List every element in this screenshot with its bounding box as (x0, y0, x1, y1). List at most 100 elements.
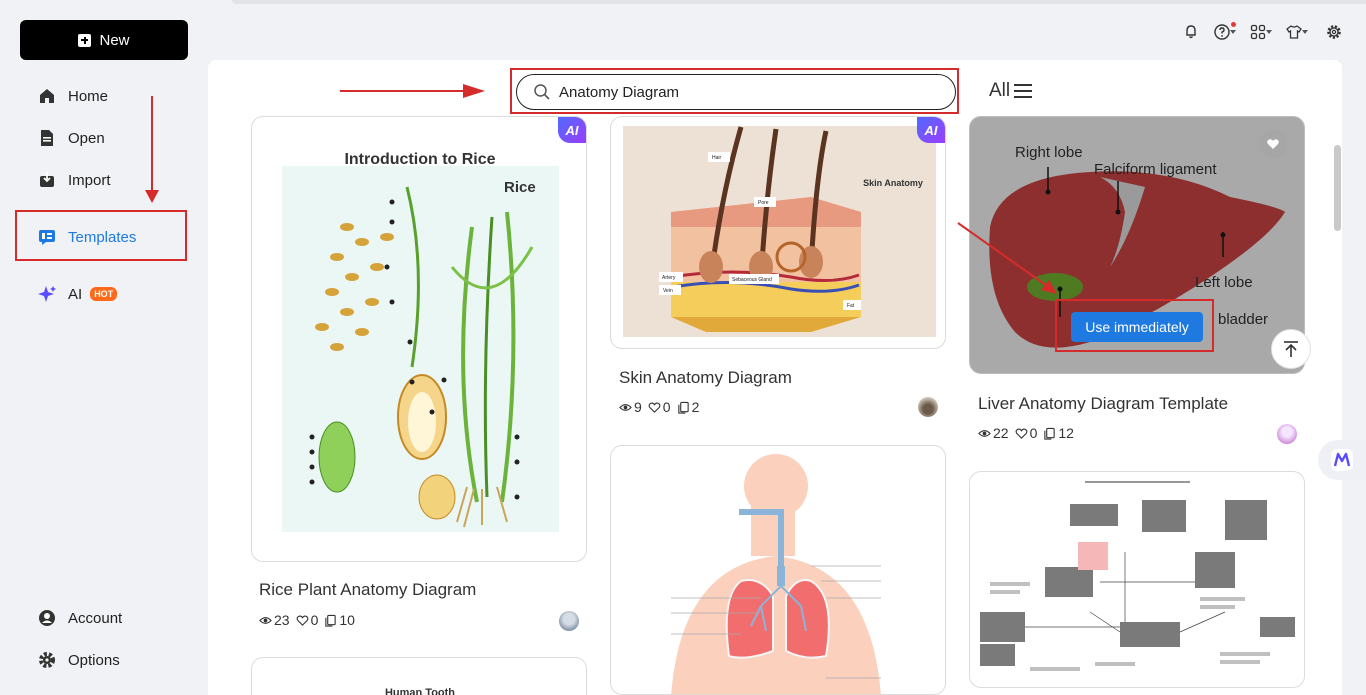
thumb-heading: Skin Anatomy (863, 178, 923, 188)
eye-icon (619, 403, 632, 411)
m-logo-icon (1331, 449, 1353, 471)
apps-grid-icon (1250, 24, 1266, 40)
filter-all-button[interactable]: All (989, 80, 1033, 102)
copy-icon (677, 401, 689, 414)
sidebar-item-account[interactable]: Account (38, 604, 122, 632)
search-bar[interactable] (516, 74, 956, 110)
avatar[interactable] (559, 611, 579, 631)
sidebar-item-label: Options (68, 651, 120, 669)
template-card-mindmap[interactable] (969, 471, 1305, 688)
search-icon (534, 84, 550, 100)
sidebar-item-options[interactable]: Options (38, 646, 120, 674)
chevron-down-icon (1230, 30, 1236, 34)
copy-icon (1044, 427, 1056, 440)
chevron-down-icon (1302, 30, 1308, 34)
gear-icon (39, 652, 55, 668)
copy-count: 10 (339, 612, 355, 628)
help-icon (1214, 24, 1230, 40)
heart-icon (1015, 428, 1028, 439)
eye-icon (259, 616, 272, 624)
copy-count: 12 (1058, 425, 1074, 441)
mindmap-thumbnail (980, 481, 1295, 671)
plus-icon (78, 33, 92, 47)
skin-thumbnail: Skin Anatomy Hair Pore Artery Sebaceous … (623, 126, 936, 337)
apps-button[interactable] (1250, 22, 1272, 42)
annotation-arrowhead-icon (463, 84, 485, 98)
template-card-rice[interactable]: Introduction to Rice Rice AI (251, 116, 587, 562)
sparkle-icon (38, 286, 56, 302)
copy-count: 2 (691, 399, 700, 415)
like-count: 0 (662, 399, 671, 415)
sidebar-item-label: Home (68, 87, 109, 105)
thumb-heading: Human Tooth (385, 687, 455, 695)
rice-thumbnail: Introduction to Rice Rice (282, 151, 559, 532)
thumb-label-fat: Fat (847, 303, 855, 309)
thumb-label-artery: Artery (662, 275, 676, 281)
avatar[interactable] (918, 397, 938, 417)
like-count: 0 (310, 612, 319, 628)
avatar[interactable] (1277, 424, 1297, 444)
sidebar-item-ai[interactable]: AI HOT (38, 280, 118, 308)
like-count: 0 (1029, 425, 1038, 441)
hot-badge: HOT (90, 287, 118, 301)
sidebar-item-label: Import (68, 171, 111, 189)
card-stats: 22 0 12 (978, 425, 1074, 441)
home-icon (40, 89, 54, 103)
template-card-tooth[interactable]: Human Tooth (251, 657, 587, 695)
thumb-label-vein: Vein (663, 288, 673, 294)
settings-gear-icon (1327, 25, 1341, 39)
view-count: 9 (634, 399, 642, 415)
new-button[interactable]: New (20, 20, 188, 60)
new-label: New (99, 31, 130, 49)
template-card-respiratory[interactable] (610, 445, 946, 695)
favorite-button[interactable] (1259, 130, 1287, 158)
annotation-arrow-line (340, 90, 466, 92)
view-count: 22 (993, 425, 1009, 441)
copy-icon (325, 614, 337, 627)
card-title[interactable]: Skin Anatomy Diagram (619, 368, 792, 388)
notification-bell-button[interactable] (1183, 22, 1199, 42)
annotation-box-use-immediately (1055, 299, 1214, 352)
card-title[interactable]: Rice Plant Anatomy Diagram (259, 580, 476, 600)
sidebar-item-home[interactable]: Home (38, 82, 108, 110)
thumb-label-right-lobe: Right lobe (1015, 144, 1083, 161)
thumb-subheading: Rice (504, 179, 536, 196)
card-stats: 9 0 2 (619, 399, 699, 415)
theme-button[interactable] (1286, 22, 1308, 42)
heart-icon (648, 402, 661, 413)
import-icon (40, 172, 54, 187)
thumb-label-falciform-ligament: Falciform ligament (1094, 161, 1217, 178)
assistant-float-button[interactable] (1318, 440, 1366, 480)
annotation-box-templates (15, 210, 187, 261)
ai-badge: AI (558, 117, 586, 143)
annotation-diagonal-arrow-icon (957, 222, 1057, 294)
thumb-heading: Introduction to Rice (344, 151, 495, 168)
sidebar-item-label: Open (68, 129, 105, 147)
thumb-label-sebaceous-gland: Sebaceous Gland (732, 277, 772, 283)
account-icon (39, 610, 55, 626)
view-count: 23 (274, 612, 290, 628)
ai-badge: AI (917, 117, 945, 143)
annotation-arrowhead-icon (145, 190, 159, 203)
back-to-top-button[interactable] (1271, 329, 1311, 369)
search-input[interactable] (559, 83, 919, 101)
settings-button[interactable] (1326, 22, 1342, 42)
card-title[interactable]: Liver Anatomy Diagram Template (978, 394, 1228, 414)
thumb-label-hair: Hair (712, 155, 722, 161)
chevron-down-icon (1266, 30, 1272, 34)
sidebar-item-import[interactable]: Import (38, 166, 111, 194)
filter-label: All (989, 80, 1011, 101)
notification-dot (1231, 22, 1236, 27)
sidebar-item-label: AI (68, 285, 83, 303)
shirt-icon (1286, 25, 1302, 39)
template-card-skin[interactable]: Skin Anatomy Hair Pore Artery Sebaceous … (610, 116, 946, 349)
help-button[interactable] (1214, 22, 1236, 42)
scrollbar-thumb[interactable] (1334, 145, 1341, 231)
sidebar-item-open[interactable]: Open (38, 124, 105, 152)
tooth-thumbnail: Human Tooth (385, 687, 455, 695)
thumb-label-bladder: bladder (1218, 311, 1268, 328)
card-stats: 23 0 10 (259, 612, 355, 628)
eye-icon (978, 429, 991, 437)
thumb-label-left-lobe: Left lobe (1195, 274, 1253, 291)
arrow-up-to-top-icon (1284, 341, 1298, 357)
